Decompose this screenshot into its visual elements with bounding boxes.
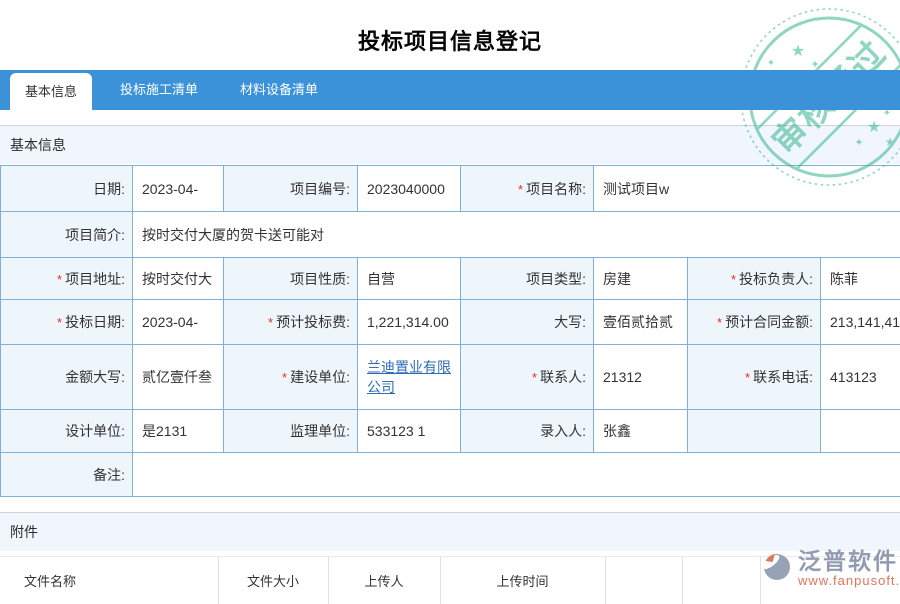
project-name-label: *项目名称: bbox=[461, 166, 594, 212]
caps-value: 壹佰贰拾贰 bbox=[594, 300, 688, 345]
summary-value: 按时交付大厦的贺卡送可能对 bbox=[133, 212, 900, 258]
star-icon: ✦ bbox=[767, 58, 775, 69]
col-header-upload-time: 上传时间 bbox=[440, 557, 605, 604]
amount-caps-value: 贰亿壹仟叁 bbox=[133, 345, 224, 410]
tab-material-equipment-list[interactable]: 材料设备清单 bbox=[226, 70, 332, 110]
date-value: 2023-04- bbox=[133, 166, 224, 212]
address-value: 按时交付大 bbox=[133, 258, 224, 300]
table-row: 设计单位: 是2131 监理单位: 533123 1 录入人: 张鑫 bbox=[1, 410, 900, 453]
phone-value: 413123 bbox=[821, 345, 900, 410]
project-no-value: 2023040000 bbox=[358, 166, 461, 212]
entry-person-label: 录入人: bbox=[461, 410, 594, 453]
required-mark: * bbox=[57, 315, 62, 330]
build-unit-label: *建设单位: bbox=[224, 345, 358, 410]
bid-owner-value: 陈菲 bbox=[821, 258, 900, 300]
required-mark: * bbox=[518, 182, 523, 197]
col-header-file-size: 文件大小 bbox=[218, 557, 328, 604]
required-mark: * bbox=[282, 370, 287, 385]
tab-bar: 基本信息 投标施工清单 材料设备清单 bbox=[0, 70, 900, 110]
entry-person-value: 张鑫 bbox=[594, 410, 688, 453]
address-label: *项目地址: bbox=[1, 258, 133, 300]
basic-info-table: 日期: 2023-04- 项目编号: 2023040000 *项目名称: 测试项… bbox=[0, 165, 900, 497]
type-value: 房建 bbox=[594, 258, 688, 300]
col-header-file-name: 文件名称 bbox=[0, 557, 218, 604]
build-unit-value: 兰迪置业有限公司 bbox=[358, 345, 461, 410]
bid-date-label: *投标日期: bbox=[1, 300, 133, 345]
date-label: 日期: bbox=[1, 166, 133, 212]
table-row: *项目地址: 按时交付大 项目性质: 自营 项目类型: 房建 *投标负责人: 陈… bbox=[1, 258, 900, 300]
bid-date-value: 2023-04- bbox=[133, 300, 224, 345]
nature-label: 项目性质: bbox=[224, 258, 358, 300]
supervise-unit-label: 监理单位: bbox=[224, 410, 358, 453]
vendor-logo-name: 泛普软件 bbox=[798, 548, 900, 574]
section-header-attachments: 附件 bbox=[0, 512, 900, 551]
phone-label: *联系电话: bbox=[688, 345, 821, 410]
table-row: 日期: 2023-04- 项目编号: 2023040000 *项目名称: 测试项… bbox=[1, 166, 900, 212]
est-bid-fee-value: 1,221,314.00 bbox=[358, 300, 461, 345]
required-mark: * bbox=[57, 272, 62, 287]
page-title: 投标项目信息登记 bbox=[0, 24, 900, 56]
vendor-logo-url[interactable]: www.fanpusoft.com bbox=[798, 574, 900, 588]
design-unit-label: 设计单位: bbox=[1, 410, 133, 453]
col-header-uploader: 上传人 bbox=[328, 557, 440, 604]
fanpu-logo-icon bbox=[760, 548, 794, 584]
empty-label-cell bbox=[688, 410, 821, 453]
section-header-basic: 基本信息 bbox=[0, 125, 900, 164]
summary-label: 项目简介: bbox=[1, 212, 133, 258]
empty-header-cell bbox=[605, 557, 682, 604]
est-bid-fee-label: *预计投标费: bbox=[224, 300, 358, 345]
project-name-value: 测试项目w bbox=[594, 166, 900, 212]
caps-label: 大写: bbox=[461, 300, 594, 345]
project-no-label: 项目编号: bbox=[224, 166, 358, 212]
required-mark: * bbox=[731, 272, 736, 287]
required-mark: * bbox=[717, 315, 722, 330]
bid-owner-label: *投标负责人: bbox=[688, 258, 821, 300]
table-row: 金额大写: 贰亿壹仟叁 *建设单位: 兰迪置业有限公司 *联系人: 21312 … bbox=[1, 345, 900, 410]
table-row: 项目简介: 按时交付大厦的贺卡送可能对 bbox=[1, 212, 900, 258]
required-mark: * bbox=[532, 370, 537, 385]
contact-value: 21312 bbox=[594, 345, 688, 410]
est-contract-value: 213,141,41 bbox=[821, 300, 900, 345]
empty-header-cell bbox=[682, 557, 760, 604]
construction-unit-link[interactable]: 兰迪置业有限公司 bbox=[367, 359, 451, 395]
table-row: 备注: bbox=[1, 453, 900, 497]
required-mark: * bbox=[745, 370, 750, 385]
required-mark: * bbox=[268, 315, 273, 330]
type-label: 项目类型: bbox=[461, 258, 594, 300]
est-contract-label: *预计合同金额: bbox=[688, 300, 821, 345]
empty-value-cell bbox=[821, 410, 900, 453]
remark-label: 备注: bbox=[1, 453, 133, 497]
nature-value: 自营 bbox=[358, 258, 461, 300]
supervise-unit-value: 533123 1 bbox=[358, 410, 461, 453]
remark-value bbox=[133, 453, 900, 497]
amount-caps-label: 金额大写: bbox=[1, 345, 133, 410]
contact-label: *联系人: bbox=[461, 345, 594, 410]
table-row: *投标日期: 2023-04- *预计投标费: 1,221,314.00 大写:… bbox=[1, 300, 900, 345]
tab-basic-info[interactable]: 基本信息 bbox=[10, 73, 92, 118]
design-unit-value: 是2131 bbox=[133, 410, 224, 453]
vendor-logo[interactable]: 泛普软件 www.fanpusoft.com bbox=[760, 548, 900, 588]
tab-bid-construction-list[interactable]: 投标施工清单 bbox=[106, 70, 212, 110]
